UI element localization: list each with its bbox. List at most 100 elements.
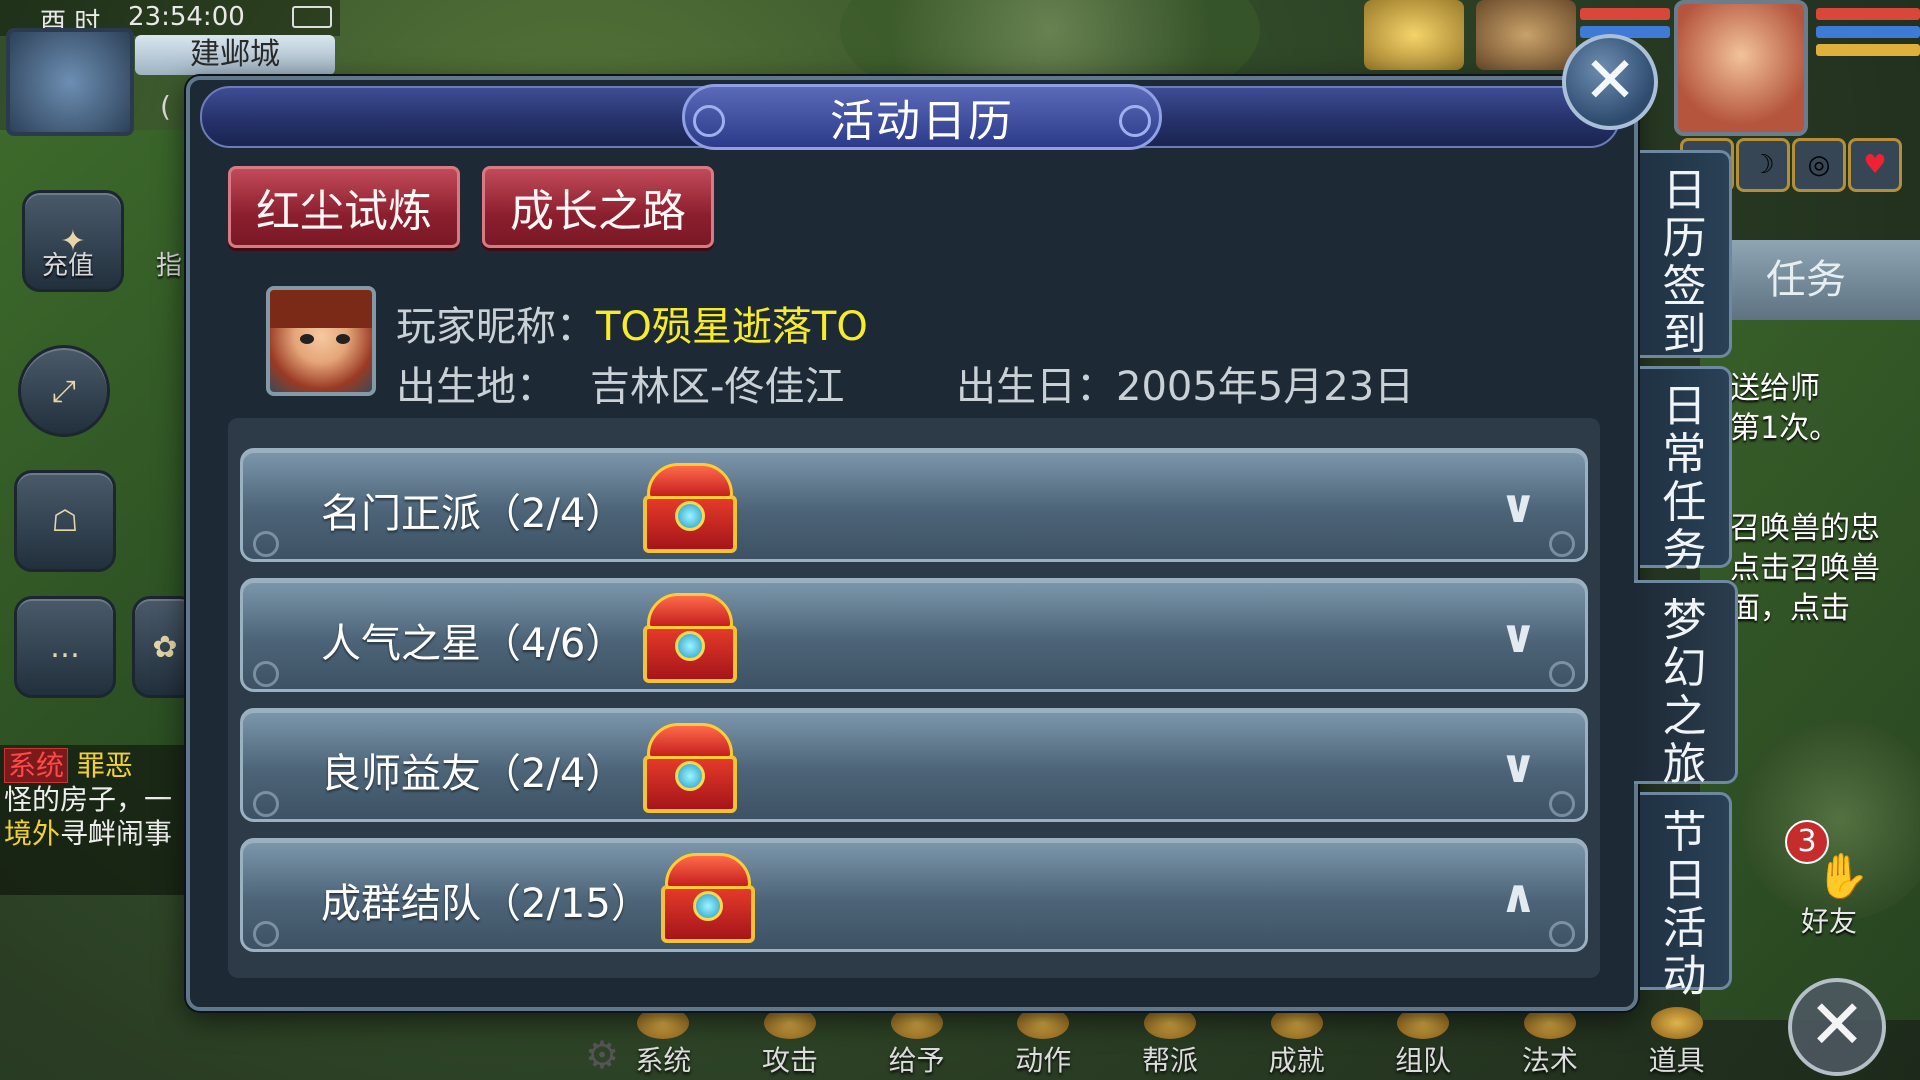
tab-calendar-checkin[interactable]: 日历签到 [1640,150,1732,360]
chat-tag: 境外 [4,817,61,850]
treasure-chest-icon[interactable] [639,717,741,817]
row-label: 人气之星（4/6） [321,621,626,667]
system-tag: 系统 [4,748,69,783]
minimap-button[interactable] [6,28,134,136]
chevron-up-icon[interactable]: ∧ [1500,869,1537,923]
player-portrait[interactable] [1674,0,1808,136]
friends-label: 好友 [1801,905,1858,938]
list-item[interactable]: 人气之星（4/6） ∨ [240,578,1588,692]
activity-calendar-dialog: 活动日历 红尘试炼 成长之路 玩家昵称：TO殒星逝落TO 出生地： 吉林区-佟佳… [186,76,1638,1011]
pet-portrait-icon[interactable] [1364,0,1464,70]
birthplace-label: 出生地： [396,364,556,410]
row-label: 良师益友（2/4） [321,751,626,797]
menu-system[interactable]: 系统 [613,1007,713,1080]
chevron-down-icon[interactable]: ∨ [1500,609,1537,663]
swirl-ornament [253,921,279,947]
swirl-ornament [1549,531,1575,557]
menu-give[interactable]: 给予 [867,1007,967,1080]
player-avatar [266,286,376,396]
avatar-eye-right [336,334,350,344]
tab-label: 梦幻之旅 [1662,595,1707,790]
chat-button[interactable]: … [14,596,116,698]
player-mp-bar [1816,26,1920,38]
recharge-label: 充值 [42,251,95,281]
chat-box[interactable]: 系统 罪恶 怪的房子，一 境外寻衅闹事 [0,745,190,895]
map-button[interactable]: ☖ [14,470,116,572]
chat-line-1: 系统 罪恶 [4,748,186,783]
tab-label: 日常任务 [1662,381,1707,576]
tab-dream-journey[interactable]: 梦幻之旅 [1634,580,1738,789]
quest-line-3: 召唤兽的忠 [1730,511,1880,546]
menu-attack[interactable]: 攻击 [740,1007,840,1080]
pet-hp-bar [1580,8,1670,20]
chevron-down-icon[interactable]: ∨ [1500,479,1537,533]
treasure-chest-icon[interactable] [657,847,759,947]
row-label: 成群结队（2/15） [321,881,651,927]
avatar-hair [270,290,372,328]
row-label: 名门正派（2/4） [321,491,626,537]
nickname-label: 玩家昵称： [396,304,596,350]
swirl-ornament [253,661,279,687]
friends-button[interactable]: 3 ✋ 好友 [1785,820,1885,940]
birthday-line: 出生日：2005年5月23日 [956,354,1414,412]
time-display: 23:54:00 [128,2,245,32]
task-tab[interactable]: 任务 [1730,240,1920,320]
swirl-ornament [1549,661,1575,687]
quest-line-4: 点击召唤兽 [1730,551,1880,586]
companion-portrait-icon[interactable] [1476,0,1576,70]
hud-close-button[interactable]: ✕ [1788,978,1886,1076]
dialog-title: 活动日历 [682,84,1162,150]
tab-festival-events[interactable]: 节日活动 [1640,792,1732,1001]
close-icon: ✕ [1808,986,1866,1065]
buff-icon-3[interactable]: ◎ [1792,138,1846,192]
treasure-chest-icon[interactable] [639,457,741,557]
tab-label: 节日活动 [1662,807,1707,1002]
quest-line-5: 面，点击 [1730,591,1850,626]
expand-arrows-icon: ⤢ [52,373,76,409]
title-bar: 活动日历 [200,84,1620,150]
player-hp-bar [1816,8,1920,20]
player-anger-bar [1816,44,1920,56]
pet-icon: ✿ [152,629,178,665]
birthplace-value: 吉林区-佟佳江 [590,364,845,410]
close-icon: ✕ [1583,44,1637,118]
menu-guild[interactable]: 帮派 [1120,1007,1220,1080]
tab-daily-tasks[interactable]: 日常任务 [1640,366,1732,575]
buff-icon-2[interactable]: ☽ [1736,138,1790,192]
menu-action[interactable]: 动作 [993,1007,1093,1080]
quest-line-2: 第1次。 [1730,411,1840,446]
bottom-menu: 系统 攻击 给予 动作 帮派 成就 组队 法术 道具 [600,1007,1740,1080]
guide-label: 指 [156,251,183,281]
city-name: 建邺城 [135,35,335,75]
list-item[interactable]: 良师益友（2/4） ∨ [240,708,1588,822]
menu-items[interactable]: 道具 [1627,1007,1727,1080]
achievement-list: 名门正派（2/4） ∨ 人气之星（4/6） ∨ 良师益友（2/4） ∨ 成群结队… [228,418,1600,978]
nickname-value: TO殒星逝落TO [596,304,868,350]
chat-bubble-icon: … [50,629,80,665]
tab-hongchen-trial[interactable]: 红尘试炼 [228,166,460,248]
quest-line-1: 送给师 [1730,371,1820,406]
menu-team[interactable]: 组队 [1373,1007,1473,1080]
birthday-value: 2005年5月23日 [1116,364,1415,410]
tab-label: 日历签到 [1662,165,1707,360]
nickname-line: 玩家昵称：TO殒星逝落TO [396,294,868,352]
list-item[interactable]: 成群结队（2/15） ∧ [240,838,1588,952]
battery-icon [292,6,332,28]
map-icon: ☖ [51,503,79,539]
chat-text: 寻衅闹事 [60,817,173,850]
swirl-ornament [1549,791,1575,817]
chat-line-3: 境外寻衅闹事 [4,817,186,851]
menu-skill[interactable]: 法术 [1500,1007,1600,1080]
treasure-chest-icon[interactable] [639,587,741,687]
expand-button[interactable]: ⤢ [18,345,110,437]
birthday-label: 出生日： [956,364,1116,410]
tab-growth-path[interactable]: 成长之路 [482,166,714,248]
list-item[interactable]: 名门正派（2/4） ∨ [240,448,1588,562]
menu-achievement[interactable]: 成就 [1247,1007,1347,1080]
dialog-close-button[interactable]: ✕ [1562,34,1658,130]
chevron-down-icon[interactable]: ∨ [1500,739,1537,793]
heart-icon[interactable]: ♥ [1848,138,1902,192]
coords-text: ( [160,90,171,123]
swirl-ornament [1549,921,1575,947]
swirl-ornament [253,791,279,817]
